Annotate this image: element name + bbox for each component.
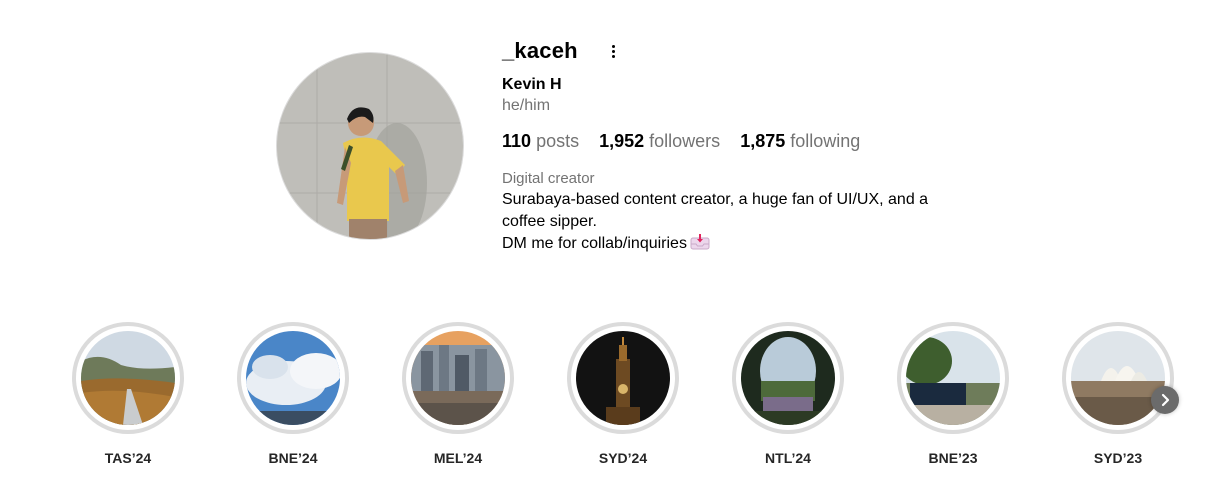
followers-count: 1,952 [599, 131, 645, 151]
bio-dm-text: DM me for collab/inquiries [502, 235, 687, 252]
highlight-thumbnail [1071, 331, 1165, 425]
highlight-ring [402, 322, 514, 434]
chevron-right-icon[interactable] [1151, 386, 1179, 414]
highlight-thumbnail [576, 331, 670, 425]
highlight-thumbnail [906, 331, 1000, 425]
profile-category: Digital creator [502, 170, 595, 187]
highlight-ring [237, 322, 349, 434]
bio-line-dm: DM me for collab/inquiries [502, 233, 982, 255]
username: _kaceh [502, 38, 578, 63]
highlight-label: NTL’24 [765, 450, 811, 466]
highlight-item[interactable]: BNE’24 [237, 322, 349, 466]
highlight-label: BNE’24 [268, 450, 318, 466]
highlight-ring [567, 322, 679, 434]
profile-info: _kaceh Kevin H he/him 110 posts 1,952 fo… [502, 34, 1022, 255]
highlight-item[interactable]: BNE’23 [897, 322, 1009, 466]
posts-stat: 110 posts [502, 131, 579, 152]
highlight-label: BNE’23 [928, 450, 978, 466]
posts-count: 110 [502, 131, 532, 151]
highlight-item[interactable]: MEL’24 [402, 322, 514, 466]
posts-label: posts [536, 131, 580, 151]
highlight-item[interactable]: SYD’24 [567, 322, 679, 466]
highlight-thumbnail [411, 331, 505, 425]
pronouns: he/him [502, 97, 551, 114]
following-count: 1,875 [740, 131, 786, 151]
profile-bio: Surabaya-based content creator, a huge f… [502, 189, 982, 255]
highlight-item[interactable]: NTL’24 [732, 322, 844, 466]
highlight-label: MEL’24 [433, 450, 483, 466]
highlight-ring [72, 322, 184, 434]
following-label: following [790, 131, 861, 151]
highlight-label: TAS’24 [104, 450, 152, 466]
highlight-ring [732, 322, 844, 434]
bio-line: Surabaya-based content creator, a huge f… [502, 191, 929, 208]
highlight-label: SYD’24 [598, 450, 648, 466]
highlight-label: SYD’23 [1093, 450, 1143, 466]
followers-label: followers [649, 131, 721, 151]
highlight-ring [1062, 322, 1174, 434]
bio-line: coffee sipper. [502, 213, 597, 230]
highlight-thumbnail [81, 331, 175, 425]
highlight-ring [897, 322, 1009, 434]
following-link[interactable]: 1,875 following [740, 131, 860, 152]
highlight-thumbnail [741, 331, 835, 425]
full-name: Kevin H [502, 76, 562, 93]
story-highlights: TAS’24 BNE’24 MEL’24 SYD’24 NTL’24 BNE’2… [72, 322, 1192, 472]
username-row: _kaceh [502, 34, 1022, 68]
inbox-tray-icon [690, 233, 710, 250]
profile-avatar[interactable] [276, 52, 464, 240]
profile-stats: 110 posts 1,952 followers 1,875 followin… [502, 131, 1022, 152]
highlight-thumbnail [246, 331, 340, 425]
more-vertical-icon[interactable] [604, 41, 624, 61]
followers-link[interactable]: 1,952 followers [599, 131, 720, 152]
highlight-item[interactable]: TAS’24 [72, 322, 184, 466]
